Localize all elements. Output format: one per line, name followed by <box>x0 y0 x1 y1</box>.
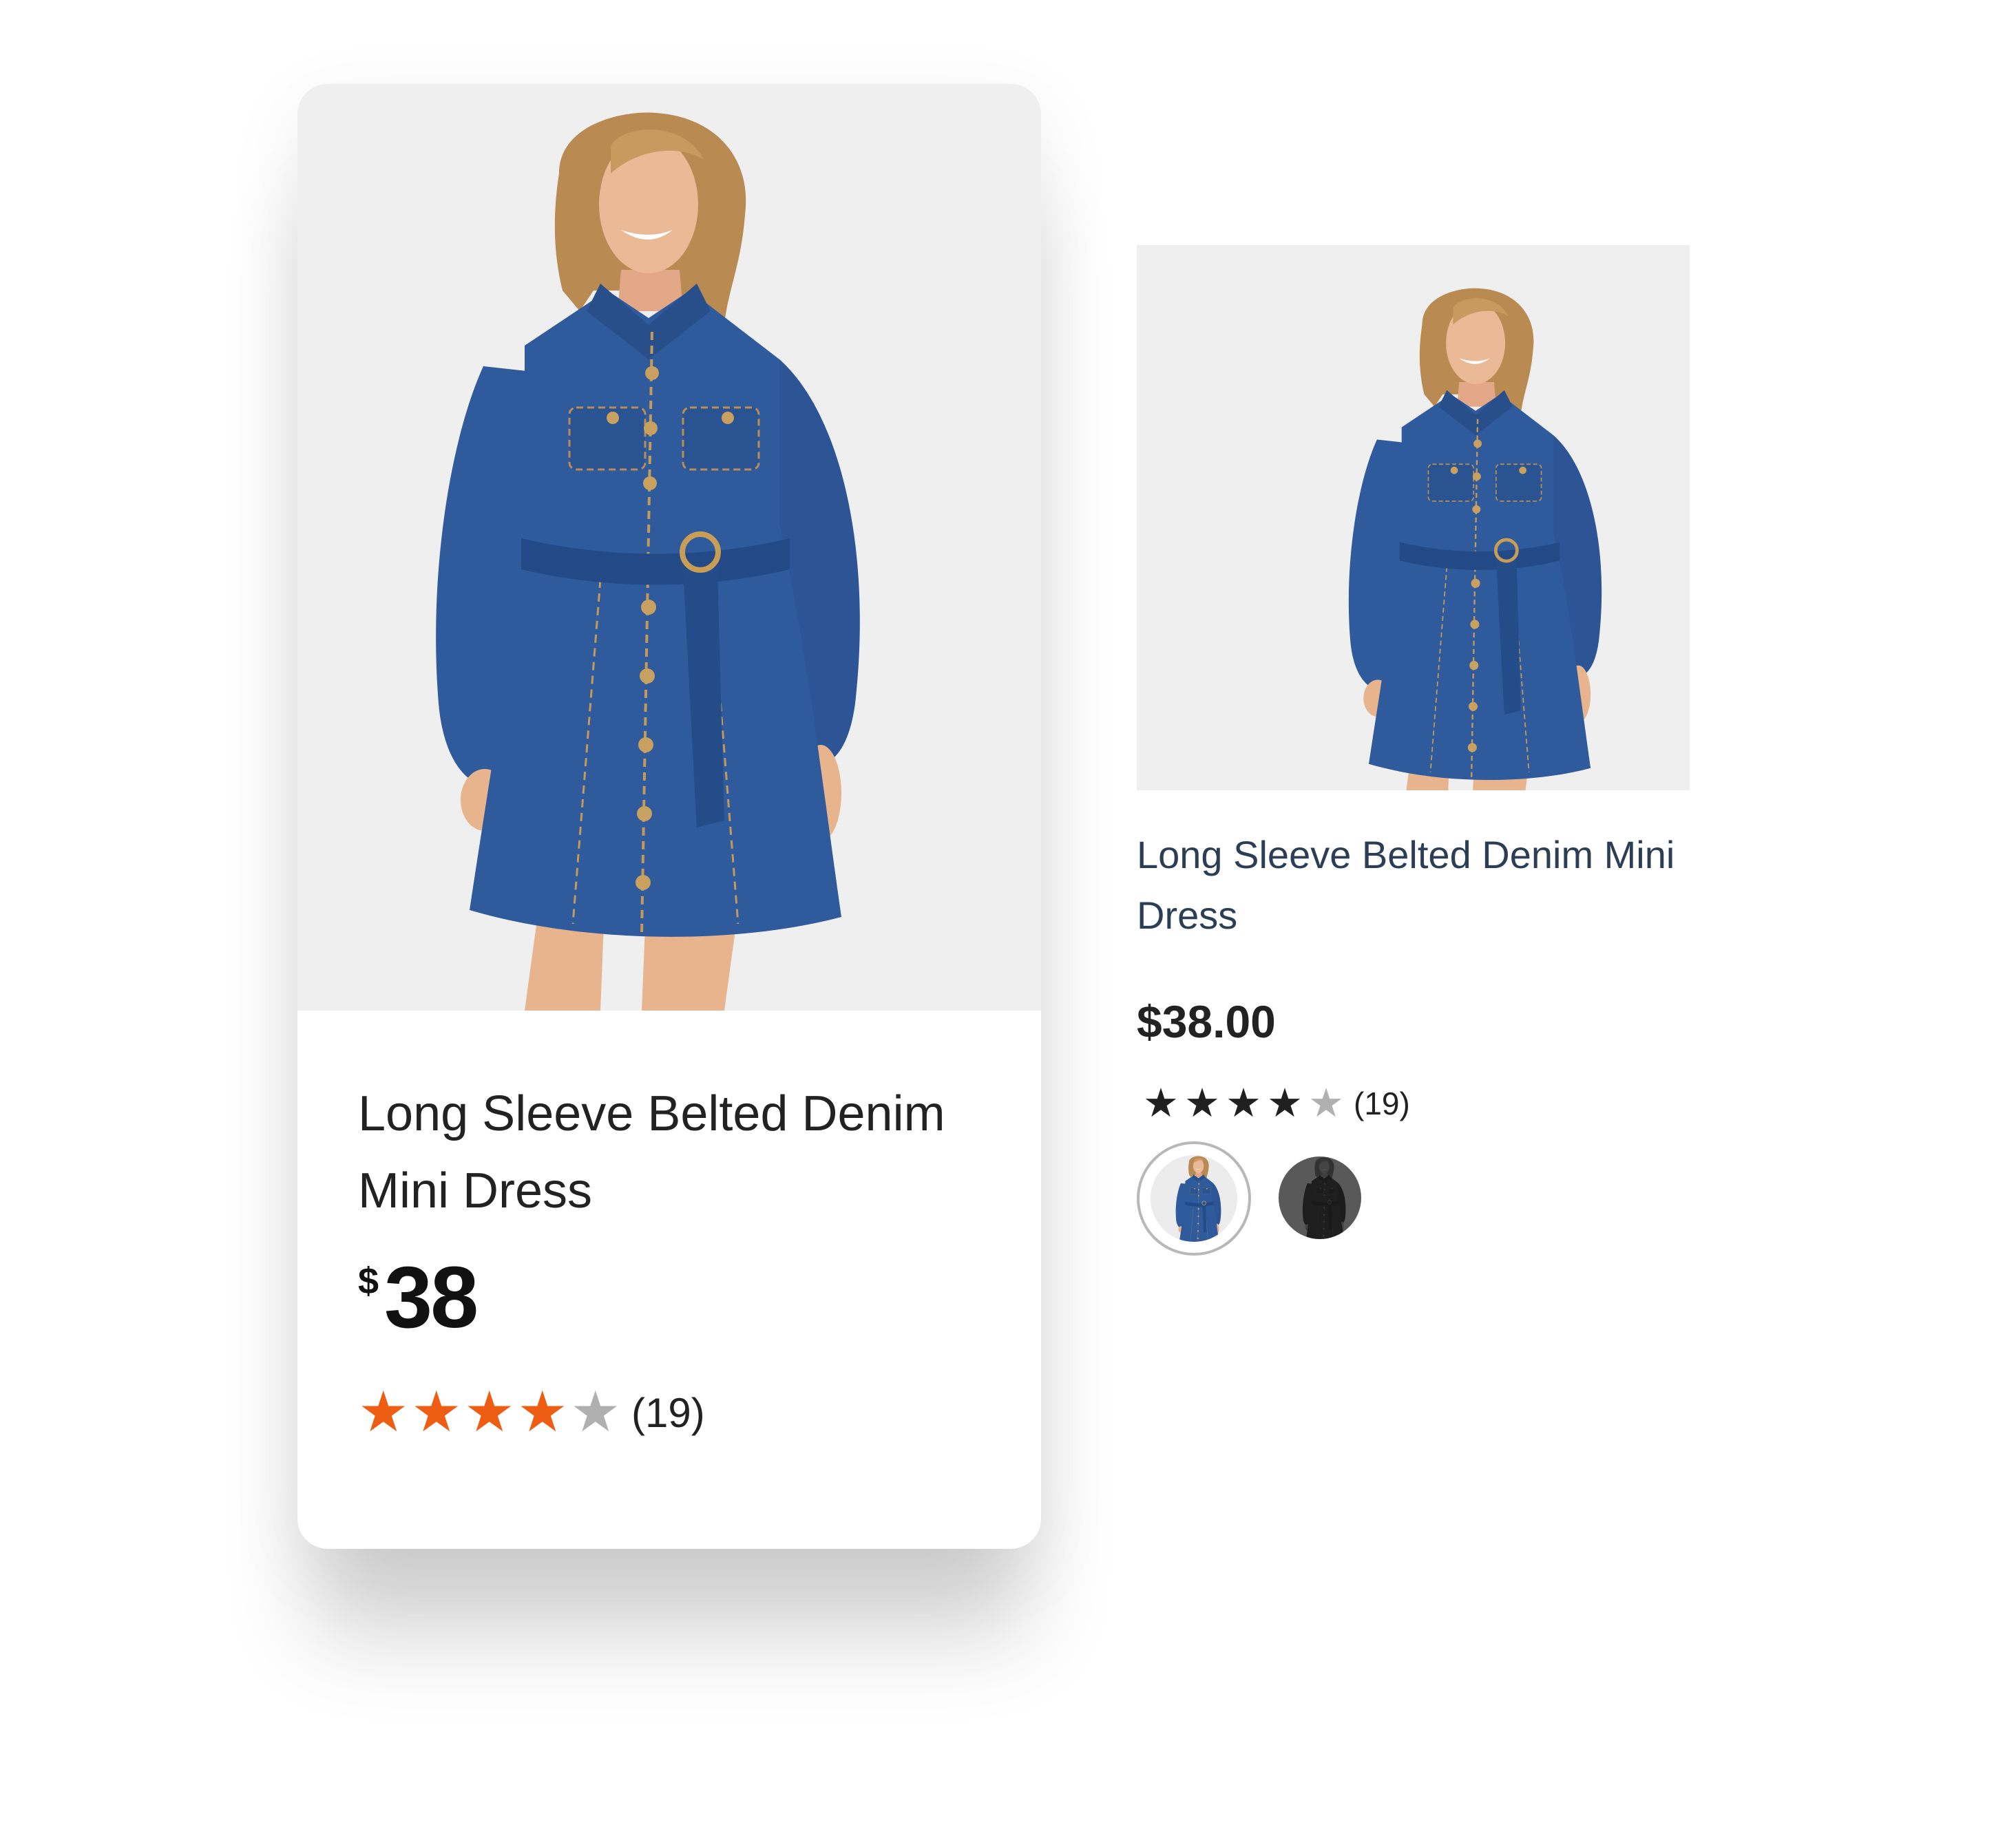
product-tile-title[interactable]: Long Sleeve Belted Denim Mini Dress <box>1137 825 1688 946</box>
price-amount: 38 <box>384 1249 479 1346</box>
rating[interactable]: ★★★★★ (19) <box>358 1384 705 1441</box>
product-image[interactable] <box>297 84 1041 1011</box>
star-filled-icon: ★ <box>358 1381 409 1444</box>
swatch-denim-image <box>1151 1155 1237 1242</box>
model-photo <box>297 84 1041 1011</box>
star-filled-icon: ★ <box>1226 1081 1261 1126</box>
product-tile-rating[interactable]: ★ ★ ★ ★ ★ (19) <box>1143 1081 1410 1126</box>
star-filled-icon: ★ <box>1267 1081 1303 1126</box>
price-currency: $ <box>358 1260 379 1302</box>
featured-product-card[interactable]: Long Sleeve Belted Denim Mini Dress $ 38… <box>297 84 1041 1549</box>
product-tile-price: $38.00 <box>1137 996 1276 1047</box>
model-photo-small <box>1137 245 1690 790</box>
star-filled-icon: ★ <box>1184 1081 1220 1126</box>
rating-stars: ★★★★★ <box>1143 1084 1350 1123</box>
star-empty-icon: ★ <box>570 1381 621 1444</box>
review-count[interactable]: (19) <box>631 1389 705 1437</box>
product-tile-image[interactable] <box>1137 245 1690 790</box>
star-filled-icon: ★ <box>517 1381 568 1444</box>
review-count[interactable]: (19) <box>1354 1085 1410 1122</box>
swatch-denim-blue[interactable] <box>1137 1141 1251 1256</box>
star-empty-icon: ★ <box>1308 1081 1344 1126</box>
star-filled-icon: ★ <box>464 1381 515 1444</box>
star-filled-icon: ★ <box>411 1381 462 1444</box>
star-filled-icon: ★ <box>1143 1081 1179 1126</box>
swatch-black-image <box>1279 1156 1361 1239</box>
product-title[interactable]: Long Sleeve Belted Denim Mini Dress <box>358 1075 978 1229</box>
rating-stars: ★★★★★ <box>358 1384 623 1441</box>
swatch-black[interactable] <box>1279 1156 1361 1239</box>
